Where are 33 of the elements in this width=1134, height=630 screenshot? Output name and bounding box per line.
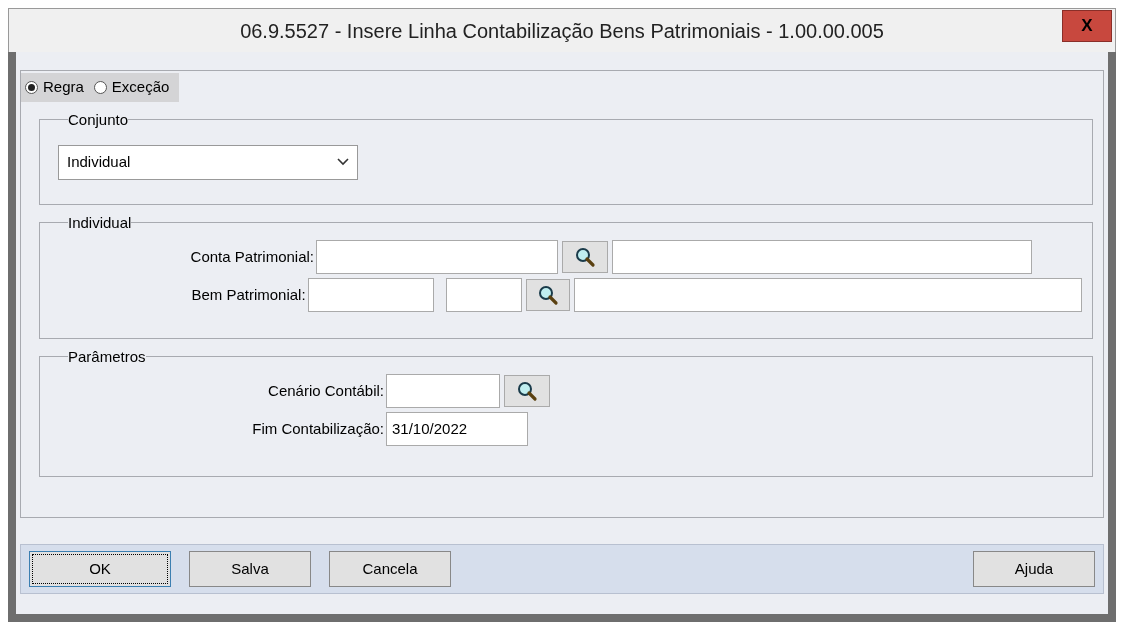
close-button[interactable]: X xyxy=(1062,10,1112,42)
search-icon xyxy=(516,379,538,402)
group-title: Conjunto xyxy=(68,111,129,127)
group-title: Individual xyxy=(68,214,132,230)
dialog-button[interactable]: Ajuda xyxy=(973,551,1095,587)
field-label: Conta Patrimonial: xyxy=(189,246,315,267)
dialog-button[interactable]: OK xyxy=(29,551,171,587)
radio-icon[interactable] xyxy=(25,81,38,94)
input-field[interactable] xyxy=(386,373,500,408)
dialog-button[interactable]: Cancela xyxy=(329,551,451,587)
search-button[interactable] xyxy=(504,374,550,407)
input-field[interactable] xyxy=(612,239,1032,274)
field-label: Cenário Contábil: xyxy=(267,380,385,401)
radio-option[interactable]: Exceção xyxy=(93,76,170,99)
radio-option[interactable]: Regra xyxy=(25,76,84,99)
field-label: Bem Patrimonial: xyxy=(190,284,307,305)
window-title: 06.9.5527 - Insere Linha Contabilização Bens Patrimoniais - 1.00.00.005 xyxy=(240,18,884,44)
search-icon xyxy=(574,245,596,268)
input-field[interactable]: 31/10/2022 xyxy=(386,411,528,446)
dropdown[interactable]: Individual xyxy=(58,144,358,180)
search-button[interactable] xyxy=(562,240,608,273)
search-icon xyxy=(536,283,559,306)
input-field[interactable] xyxy=(307,277,434,312)
radio-icon[interactable] xyxy=(93,81,107,94)
caret-icon xyxy=(337,158,349,167)
field-label: Fim Contabilização: xyxy=(251,418,385,439)
input-field[interactable] xyxy=(574,277,1082,312)
search-button[interactable] xyxy=(525,278,571,311)
dropdown-value: Individual xyxy=(67,152,131,172)
group-title: Parâmetros xyxy=(68,348,146,364)
input-field[interactable] xyxy=(445,277,522,312)
dialog-button[interactable]: Salva xyxy=(189,551,311,587)
input-field[interactable] xyxy=(316,239,558,274)
